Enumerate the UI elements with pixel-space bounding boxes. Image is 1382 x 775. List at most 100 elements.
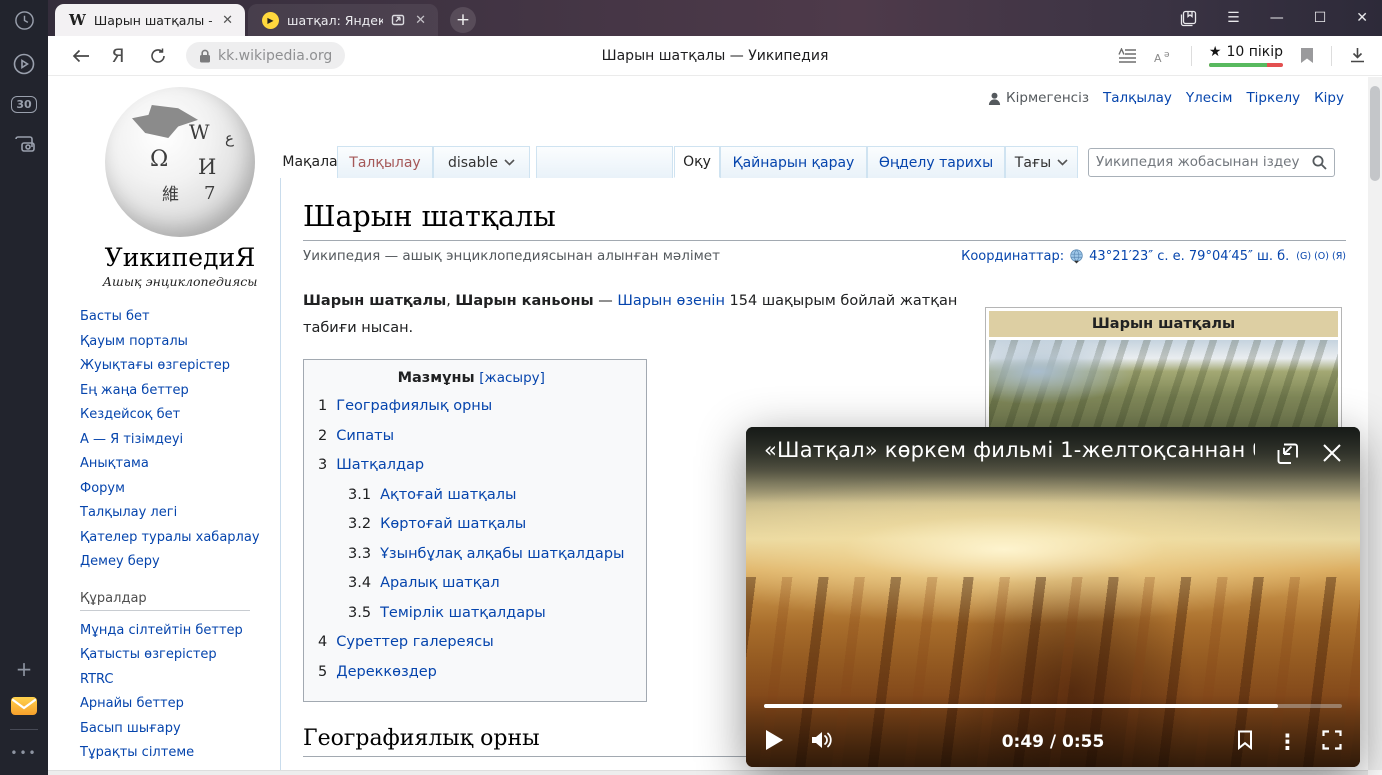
- personal-link[interactable]: Тіркелу: [1246, 90, 1300, 106]
- menu-icon[interactable]: ☰: [1227, 10, 1240, 26]
- toc-item[interactable]: 3.3Ұзынбұлақ алқабы шатқалдары: [318, 540, 624, 570]
- horizontal-scrollbar[interactable]: [48, 770, 1368, 775]
- toc-item[interactable]: 4Суреттер галереясы: [318, 628, 624, 658]
- download-icon[interactable]: [1349, 47, 1366, 64]
- coordinates-value[interactable]: 43°21′23″ с. е. 79°04′45″ ш. б.: [1089, 249, 1289, 264]
- sidebar-link[interactable]: Кездейсоқ бет: [80, 407, 180, 422]
- new-tab-button[interactable]: +: [450, 7, 476, 33]
- sidebar-link-item[interactable]: Талқылау легі: [80, 501, 275, 526]
- sidebar-link-item[interactable]: Демеу беру: [80, 550, 275, 575]
- calendar-icon[interactable]: 30: [9, 90, 39, 118]
- site-rating[interactable]: ★ 10 пікір: [1209, 44, 1283, 67]
- sidebar-tool-item[interactable]: Тұрақты сілтеме: [80, 741, 275, 766]
- tab-article[interactable]: Мақала: [283, 146, 337, 178]
- volume-icon[interactable]: [810, 730, 834, 754]
- browser-tab-video[interactable]: ▶ шатқал: Яндекс.Виде ✕: [248, 4, 438, 36]
- add-panel-icon[interactable]: +: [9, 655, 39, 683]
- screencast-icon[interactable]: [9, 130, 39, 158]
- play-icon[interactable]: [764, 729, 784, 755]
- yandex-logo[interactable]: Я: [98, 45, 138, 67]
- toc-link[interactable]: Көртоғай шатқалы: [380, 516, 526, 532]
- sidebar-link[interactable]: Басты бет: [80, 309, 150, 324]
- personal-link[interactable]: Талқылау: [1103, 90, 1172, 106]
- toc-item[interactable]: 3Шатқалдар: [318, 451, 624, 481]
- sidebar-tool-link[interactable]: Қатысты өзгерістер: [80, 647, 217, 662]
- scrollbar-thumb[interactable]: [1370, 86, 1380, 181]
- toc-item[interactable]: 2Сипаты: [318, 422, 624, 452]
- sidebar-link-item[interactable]: Кездейсоқ бет: [80, 403, 275, 428]
- bookmark-icon[interactable]: [1300, 47, 1314, 64]
- toc-link[interactable]: Ұзынбұлақ алқабы шатқалдары: [380, 546, 624, 562]
- tab-variant-disable[interactable]: disable: [433, 146, 530, 178]
- video-panel-icon[interactable]: [9, 50, 39, 78]
- save-bookmark-icon[interactable]: [1237, 730, 1253, 754]
- sidebar-link[interactable]: Демеу беру: [80, 554, 160, 569]
- history-clock-icon[interactable]: [9, 6, 39, 34]
- coordinates[interactable]: Координаттар: 43°21′23″ с. е. 79°04′45″ …: [961, 249, 1346, 264]
- coordinates-services[interactable]: (G) (O) (Я): [1296, 251, 1346, 262]
- browser-tab-wikipedia[interactable]: W Шарын шатқалы — Уик ✕: [55, 4, 245, 36]
- sidebar-link[interactable]: Талқылау легі: [80, 505, 177, 520]
- wikipedia-logo[interactable]: W Ω И 維 7 ع УикипедиЯ Ашық энциклопедияс…: [74, 87, 286, 289]
- more-options-icon[interactable]: ⋮: [1277, 732, 1298, 753]
- personal-link-item[interactable]: Тіркелу: [1246, 90, 1300, 106]
- sidebar-tool-item[interactable]: Арнайы беттер: [80, 692, 275, 717]
- yandex-mail-icon[interactable]: [9, 692, 39, 720]
- toc-link[interactable]: Дереккөздер: [336, 664, 437, 680]
- sidebar-tool-item[interactable]: Басып шығару: [80, 717, 275, 742]
- back-to-tab-icon[interactable]: [1275, 438, 1300, 503]
- more-apps-icon[interactable]: •••: [9, 739, 39, 767]
- search-input[interactable]: [1096, 154, 1312, 170]
- sidebar-link-item[interactable]: Анықтама: [80, 452, 275, 477]
- sidebar-tool-link[interactable]: RTRC: [80, 672, 114, 687]
- sidebar-link-item[interactable]: Форум: [80, 477, 275, 502]
- address-bar[interactable]: kk.wikipedia.org: [186, 42, 345, 69]
- personal-link[interactable]: Үлесім: [1186, 90, 1233, 106]
- sidebar-link[interactable]: Форум: [80, 481, 125, 496]
- video-progress-bar[interactable]: [764, 704, 1342, 708]
- toc-link[interactable]: Темірлік шатқалдары: [380, 605, 546, 621]
- tab-read[interactable]: Оқу: [674, 146, 720, 178]
- tab-empty[interactable]: [536, 146, 673, 178]
- toc-link[interactable]: Шатқалдар: [336, 457, 424, 473]
- tab-close-icon[interactable]: ✕: [220, 13, 235, 28]
- search-icon[interactable]: [1312, 155, 1327, 170]
- back-icon[interactable]: [64, 48, 98, 64]
- vertical-scrollbar[interactable]: [1368, 77, 1382, 770]
- sidebar-link[interactable]: Қателер туралы хабарлау: [80, 530, 260, 545]
- personal-link-item[interactable]: Үлесім: [1186, 90, 1233, 106]
- toc-item[interactable]: 1Географиялық орны: [318, 392, 624, 422]
- fullscreen-icon[interactable]: [1322, 730, 1342, 754]
- pip-close-icon[interactable]: [1320, 438, 1344, 503]
- close-icon[interactable]: ✕: [1356, 10, 1368, 26]
- toc-item[interactable]: 3.5Темірлік шатқалдары: [318, 599, 624, 629]
- sidebar-link-item[interactable]: Ең жаңа беттер: [80, 379, 275, 404]
- sidebar-link-item[interactable]: Қателер туралы хабарлау: [80, 526, 275, 551]
- sidebar-link[interactable]: А — Я тізімдеуі: [80, 432, 183, 447]
- sidebar-tool-link[interactable]: Арнайы беттер: [80, 696, 184, 711]
- personal-link[interactable]: Кіру: [1314, 90, 1344, 106]
- sidebar-tool-link[interactable]: Тұрақты сілтеме: [80, 745, 194, 760]
- sidebar-link[interactable]: Жуықтағы өзгерістер: [80, 358, 230, 373]
- tab-talk[interactable]: Талқылау: [337, 146, 433, 178]
- toc-item[interactable]: 3.1Ақтоғай шатқалы: [318, 481, 624, 511]
- sidebar-link[interactable]: Қауым порталы: [80, 334, 188, 349]
- toc-hide-link[interactable]: [жасыру]: [479, 370, 545, 386]
- toc-item[interactable]: 5Дереккөздер: [318, 658, 624, 688]
- toc-link[interactable]: Сипаты: [336, 428, 394, 444]
- sidebar-tool-item[interactable]: Қатысты өзгерістер: [80, 643, 275, 668]
- toc-item[interactable]: 3.2Көртоғай шатқалы: [318, 510, 624, 540]
- reload-icon[interactable]: [138, 47, 178, 65]
- toc-item[interactable]: 3.4Аралық шатқал: [318, 569, 624, 599]
- wiki-search-box[interactable]: [1088, 148, 1335, 177]
- sidebar-tool-item[interactable]: Мұнда сілтейтін беттер: [80, 619, 275, 644]
- sidebar-link[interactable]: Ең жаңа беттер: [80, 383, 189, 398]
- toc-link[interactable]: Суреттер галереясы: [336, 634, 493, 650]
- sidebar-link-item[interactable]: Жуықтағы өзгерістер: [80, 354, 275, 379]
- sidebar-link-item[interactable]: А — Я тізімдеуі: [80, 428, 275, 453]
- personal-link-item[interactable]: Талқылау: [1103, 90, 1172, 106]
- sidebar-tool-link[interactable]: Басып шығару: [80, 721, 181, 736]
- pip-tab-icon[interactable]: [391, 13, 405, 27]
- toc-link[interactable]: Географиялық орны: [336, 398, 492, 414]
- sidebar-link-item[interactable]: Басты бет: [80, 305, 275, 330]
